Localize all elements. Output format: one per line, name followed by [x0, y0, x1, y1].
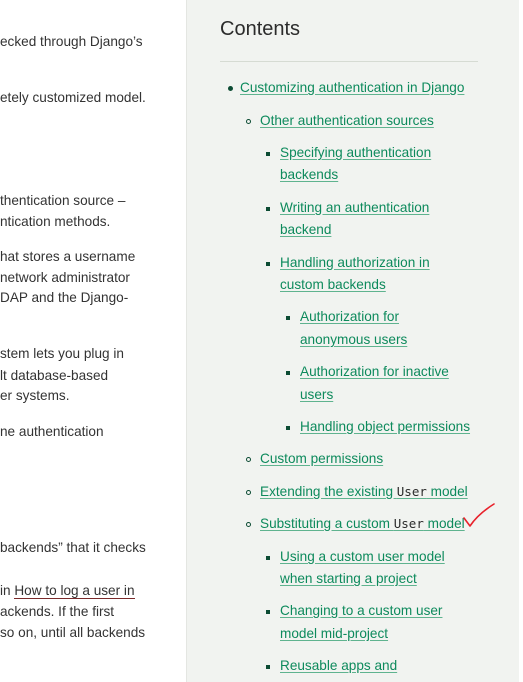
body-text-line: stem lets you plug in — [0, 346, 124, 361]
toc-link-extending-user-model[interactable]: Extending the existing User model — [260, 481, 468, 503]
square-bullet-icon — [266, 152, 270, 156]
window-edge — [519, 0, 523, 682]
toc-link-handling-authorization-cont[interactable]: custom backends — [280, 274, 386, 296]
body-text-line: lt database-based — [0, 368, 109, 383]
body-text-fragment: in — [0, 583, 15, 598]
circle-bullet-icon — [246, 490, 251, 495]
toc-link-specifying-backends-cont[interactable]: backends — [280, 164, 338, 186]
toc-link-writing-backend[interactable]: Writing an authentication — [280, 197, 429, 219]
contents-sidebar: Contents Customizing authentication in D… — [186, 0, 519, 682]
toc-link-reusable-apps[interactable]: Reusable apps and — [280, 655, 397, 677]
toc-link-object-permissions[interactable]: Handling object permissions — [300, 416, 470, 438]
body-text-line: ntication methods. — [0, 214, 111, 229]
circle-bullet-icon — [246, 119, 251, 124]
square-bullet-icon — [286, 371, 290, 375]
toc-link-substituting-user-model[interactable]: Substituting a custom User model — [260, 513, 465, 535]
square-bullet-icon — [266, 610, 270, 614]
body-text-line: ecked through Django’s — [0, 34, 143, 49]
toc-link-writing-backend-cont[interactable]: backend — [280, 219, 331, 241]
toc-link-custom-user-new-project-cont[interactable]: when starting a project — [280, 568, 417, 590]
toc-link-authorization-anonymous-cont[interactable]: anonymous users — [300, 329, 407, 351]
body-text-line-with-link: in How to log a user in — [0, 582, 135, 600]
square-bullet-icon — [266, 207, 270, 211]
toc-link-changing-custom-user-cont[interactable]: model mid-project — [280, 623, 388, 645]
toc-link-handling-authorization[interactable]: Handling authorization in — [280, 252, 430, 274]
body-text-line: etely customized model. — [0, 90, 146, 105]
toc-link-authorization-anonymous[interactable]: Authorization for — [300, 306, 399, 328]
body-text-line: ne authentication — [0, 424, 104, 439]
square-bullet-icon — [266, 665, 270, 669]
circle-bullet-icon — [246, 457, 251, 462]
title-divider — [220, 61, 478, 62]
body-text-line: backends” that it checks — [0, 540, 146, 555]
red-checkmark-icon — [463, 503, 495, 527]
how-to-log-in-link[interactable]: How to log a user in — [14, 583, 135, 599]
body-text-line: thentication source – — [0, 193, 126, 208]
body-text-line: er systems. — [0, 388, 70, 403]
body-text-line: network administrator — [0, 270, 130, 285]
circle-bullet-icon — [246, 522, 251, 527]
toc-link-custom-permissions[interactable]: Custom permissions — [260, 448, 383, 470]
toc-link-other-authentication-sources[interactable]: Other authentication sources — [260, 110, 434, 132]
disc-bullet-icon — [228, 86, 233, 91]
toc-link-authorization-inactive-cont[interactable]: users — [300, 384, 333, 406]
body-text-line: DAP and the Django- — [0, 290, 129, 305]
main-content: ecked through Django’s etely customized … — [0, 0, 186, 682]
toc-link-specifying-backends[interactable]: Specifying authentication — [280, 142, 431, 164]
body-text-line: ackends. If the first — [0, 604, 115, 619]
square-bullet-icon — [266, 262, 270, 266]
body-text-line: hat stores a username — [0, 249, 136, 264]
toc-link-changing-custom-user[interactable]: Changing to a custom user — [280, 600, 442, 622]
toc-link-authorization-inactive[interactable]: Authorization for inactive — [300, 361, 449, 383]
toc-link-customizing-authentication[interactable]: Customizing authentication in Django — [240, 77, 464, 99]
body-text-line: so on, until all backends — [0, 625, 146, 640]
square-bullet-icon — [286, 316, 290, 320]
square-bullet-icon — [286, 426, 290, 430]
square-bullet-icon — [266, 556, 270, 560]
toc-link-custom-user-new-project[interactable]: Using a custom user model — [280, 546, 445, 568]
contents-title: Contents — [220, 18, 301, 40]
